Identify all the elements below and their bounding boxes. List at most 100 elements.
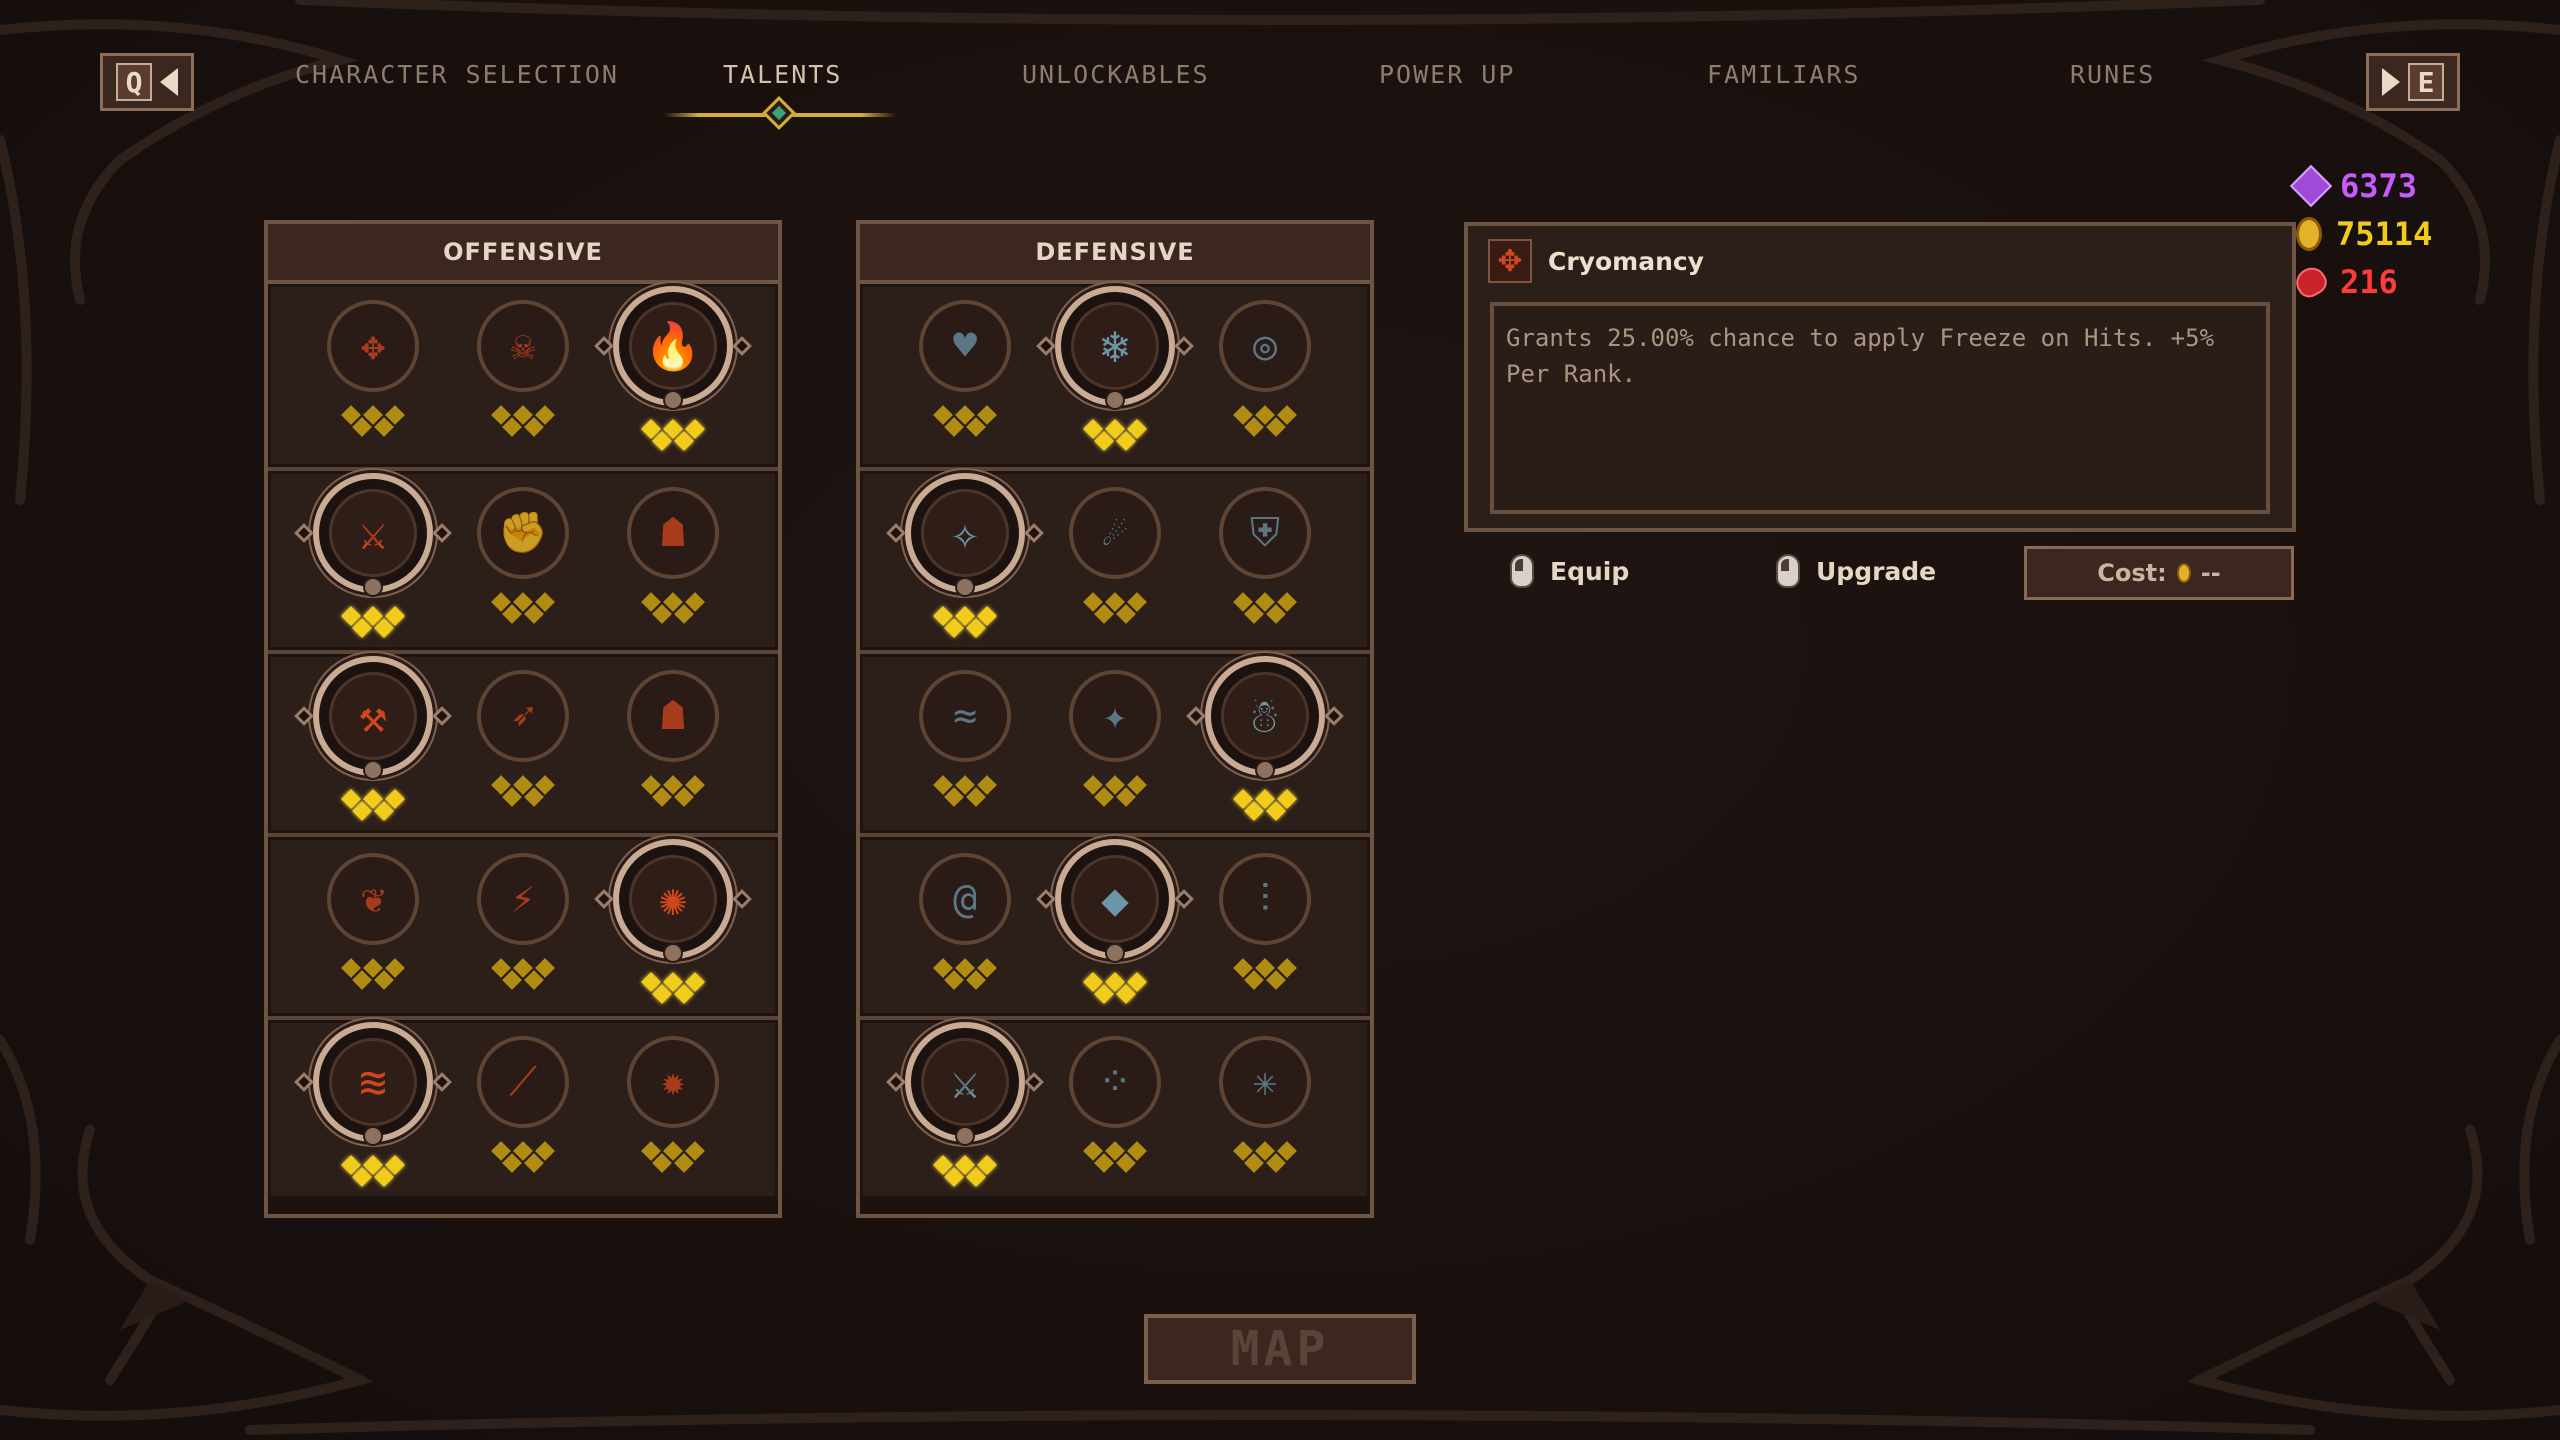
talent-node[interactable]: ≈: [919, 670, 1011, 762]
talent-node[interactable]: ☗: [627, 670, 719, 762]
talent-slot[interactable]: ☄: [1045, 487, 1185, 624]
talent-node[interactable]: ✧: [886, 473, 1044, 597]
rank-pips: [1083, 592, 1147, 624]
rank-pips-top: [1083, 775, 1147, 795]
spray-icon: ☄: [1102, 510, 1128, 556]
talent-node[interactable]: ✳: [1219, 1036, 1311, 1128]
talent-node[interactable]: ➶: [477, 670, 569, 762]
tab-talents[interactable]: TALENTS: [723, 60, 842, 89]
equipped-badge-icon: [1105, 943, 1125, 963]
talent-row: ⚔ ⁘ ✳: [860, 1016, 1370, 1199]
talent-node[interactable]: ⛨: [1219, 487, 1311, 579]
talent-node[interactable]: ✥: [327, 300, 419, 392]
rank-pips: [933, 958, 997, 990]
talent-slot[interactable]: ☠: [453, 300, 593, 437]
talent-node[interactable]: ✹: [627, 1036, 719, 1128]
diamond-ornament-icon: [294, 523, 314, 543]
talent-node[interactable]: ◆: [1036, 839, 1194, 963]
talent-node[interactable]: @: [919, 853, 1011, 945]
defensive-header: DEFENSIVE: [860, 224, 1370, 284]
talent-node[interactable]: ⚔: [886, 1022, 1044, 1146]
talent-slot[interactable]: ≈: [895, 670, 1035, 807]
demon-head-icon: ☠: [510, 323, 536, 369]
rank-pips: [1083, 972, 1147, 1004]
talent-node[interactable]: ≋: [294, 1022, 452, 1146]
talent-slot[interactable]: ⁘: [1045, 1036, 1185, 1173]
diamond-ornament-icon: [594, 889, 614, 909]
map-button[interactable]: MAP: [1144, 1314, 1416, 1384]
talent-node[interactable]: ⚡: [477, 853, 569, 945]
talent-node[interactable]: ⁘: [1069, 1036, 1161, 1128]
talent-slot[interactable]: ✦: [1045, 670, 1185, 807]
talent-node[interactable]: ⫶: [1219, 853, 1311, 945]
talent-slot[interactable]: 🔥: [594, 286, 752, 451]
talent-slot[interactable]: ⚒: [294, 656, 452, 821]
talent-slot[interactable]: ⚔: [886, 1022, 1044, 1187]
talent-slot[interactable]: ✺: [594, 839, 752, 1004]
arrow-left-icon: [160, 68, 178, 96]
diamond-ornament-icon: [1186, 706, 1206, 726]
talent-node[interactable]: ☃: [1186, 656, 1344, 780]
talent-slot[interactable]: ❄: [1036, 286, 1194, 451]
tab-character-selection[interactable]: CHARACTER SELECTION: [295, 60, 619, 89]
talent-slot[interactable]: ≋: [294, 1022, 452, 1187]
talent-node[interactable]: ☠: [477, 300, 569, 392]
talent-row: ✥ ☠ 🔥: [268, 284, 778, 467]
equip-button[interactable]: Equip: [1510, 554, 1629, 588]
talent-row: ✧ ☄ ⛨: [860, 467, 1370, 650]
currency-display: 6373 75114 216: [2289, 162, 2432, 306]
talent-slot[interactable]: ⛨: [1195, 487, 1335, 624]
talent-slot[interactable]: ⚔: [294, 473, 452, 638]
talent-slot[interactable]: ✧: [886, 473, 1044, 638]
talent-slot[interactable]: ⫶: [1195, 853, 1335, 990]
tab-unlockables[interactable]: UNLOCKABLES: [1022, 60, 1210, 89]
talent-slot[interactable]: ⚡: [453, 853, 593, 990]
talent-row: ≋ ⟋ ✹: [268, 1016, 778, 1199]
talent-node[interactable]: ❦: [327, 853, 419, 945]
talent-slot[interactable]: ✊: [453, 487, 593, 624]
talent-node[interactable]: ✦: [1069, 670, 1161, 762]
talent-node[interactable]: ⟋: [477, 1036, 569, 1128]
ruby-icon: [2291, 262, 2331, 302]
talent-slot[interactable]: ☗: [603, 487, 743, 624]
talent-slot[interactable]: ✹: [603, 1036, 743, 1173]
crosshair-icon: ✥: [360, 323, 386, 369]
talent-node[interactable]: ♥: [919, 300, 1011, 392]
rank-pips-top: [491, 775, 555, 795]
talent-node[interactable]: ☄: [1069, 487, 1161, 579]
equipped-badge-icon: [1255, 760, 1275, 780]
prev-tab-button[interactable]: Q: [100, 53, 194, 111]
talent-slot[interactable]: ✳: [1195, 1036, 1335, 1173]
rank-pips: [933, 775, 997, 807]
rank-pips: [341, 405, 405, 437]
talent-slot[interactable]: @: [895, 853, 1035, 990]
upgrade-button[interactable]: Upgrade: [1776, 554, 1936, 588]
talent-node[interactable]: ◎: [1219, 300, 1311, 392]
talent-slot[interactable]: ◆: [1036, 839, 1194, 1004]
rank-pips-top: [341, 789, 405, 809]
talent-node[interactable]: ⚔: [294, 473, 452, 597]
talent-slot[interactable]: ⟋: [453, 1036, 593, 1173]
tab-bar: CHARACTER SELECTION TALENTS UNLOCKABLES …: [230, 60, 2330, 120]
talent-slot[interactable]: ➶: [453, 670, 593, 807]
rank-pips-top: [1233, 1141, 1297, 1161]
defensive-talent-panel: DEFENSIVE ♥ ❄ ◎ ✧ ☄ ⛨ ≈ ✦ ☃ @ ◆ ⫶ ⚔ ⁘ ✳: [856, 220, 1374, 1218]
talent-slot[interactable]: ☃: [1186, 656, 1344, 821]
diamond-ornament-icon: [594, 336, 614, 356]
talent-node[interactable]: ✺: [594, 839, 752, 963]
talent-slot[interactable]: ◎: [1195, 300, 1335, 437]
talent-node[interactable]: ✊: [477, 487, 569, 579]
tab-runes[interactable]: RUNES: [2070, 60, 2155, 89]
talent-node[interactable]: ⚒: [294, 656, 452, 780]
tab-power-up[interactable]: POWER UP: [1379, 60, 1515, 89]
talent-slot[interactable]: ❦: [303, 853, 443, 990]
talent-node[interactable]: 🔥: [594, 286, 752, 410]
talent-slot[interactable]: ♥: [895, 300, 1035, 437]
talent-slot[interactable]: ☗: [603, 670, 743, 807]
talent-node[interactable]: ☗: [627, 487, 719, 579]
next-tab-button[interactable]: E: [2366, 53, 2460, 111]
talent-node[interactable]: ❄: [1036, 286, 1194, 410]
talent-row: ⚔ ✊ ☗: [268, 467, 778, 650]
talent-slot[interactable]: ✥: [303, 300, 443, 437]
tab-familiars[interactable]: FAMILIARS: [1707, 60, 1860, 89]
